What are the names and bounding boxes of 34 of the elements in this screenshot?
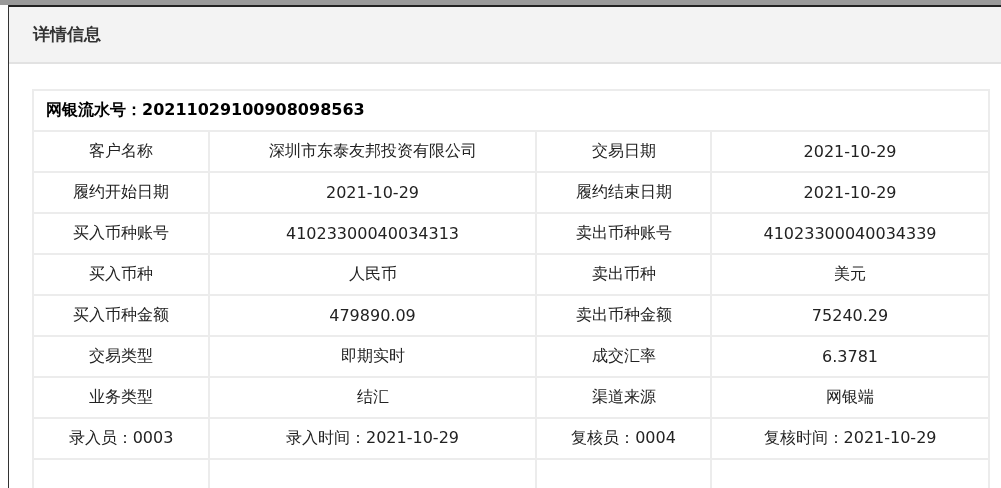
field-label: 录入员：0003 (33, 418, 209, 459)
field-value: 41023300040034313 (209, 213, 536, 254)
field-value: 深圳市东泰友邦投资有限公司 (209, 131, 536, 172)
field-label: 卖出币种 (536, 254, 711, 295)
field-label: 卖出币种账号 (536, 213, 711, 254)
field-value: 75240.29 (711, 295, 990, 336)
field-label: 履约结束日期 (536, 172, 711, 213)
field-value: 2021-10-29 (711, 131, 990, 172)
field-label: 业务类型 (33, 377, 209, 418)
field-label: 渠道来源 (536, 377, 711, 418)
field-label: 履约开始日期 (33, 172, 209, 213)
field-label: 成交汇率 (536, 336, 711, 377)
field-label: 客户名称 (33, 131, 209, 172)
field-value: 2021-10-29 (711, 172, 990, 213)
field-value: 复核时间：2021-10-29 (711, 418, 990, 459)
field-value: 美元 (711, 254, 990, 295)
serial-number: 网银流水号：20211029100908098563 (33, 90, 990, 131)
field-label: 买入币种 (33, 254, 209, 295)
field-value: 结汇 (209, 377, 536, 418)
field-value: 41023300040034339 (711, 213, 990, 254)
field-value: 6.3781 (711, 336, 990, 377)
field-value: 479890.09 (209, 295, 536, 336)
field-value: 录入时间：2021-10-29 (209, 418, 536, 459)
field-label: 买入币种金额 (33, 295, 209, 336)
field-label: 复核员：0004 (536, 418, 711, 459)
dialog-title: 详情信息 (33, 23, 101, 46)
field-label: 交易日期 (536, 131, 711, 172)
field-value: 即期实时 (209, 336, 536, 377)
field-label: 交易类型 (33, 336, 209, 377)
field-value: 网银端 (711, 377, 990, 418)
field-value: 人民币 (209, 254, 536, 295)
field-label: 卖出币种金额 (536, 295, 711, 336)
field-value: 2021-10-29 (209, 172, 536, 213)
field-label: 买入币种账号 (33, 213, 209, 254)
